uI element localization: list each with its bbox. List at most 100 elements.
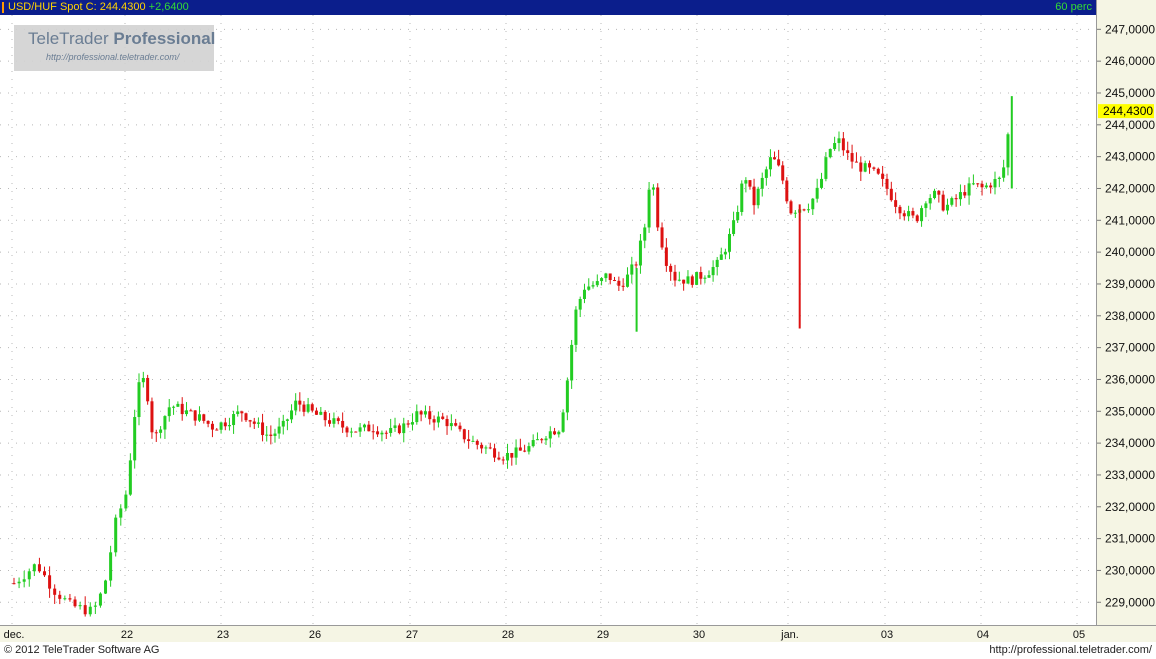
y-tick-label: 244,0000	[1105, 118, 1155, 132]
logo-brand: TeleTrader Professional	[28, 29, 215, 49]
candle-body	[924, 203, 928, 209]
candle-body	[17, 581, 21, 584]
candle-body	[989, 185, 993, 188]
candle-body	[876, 168, 880, 174]
candle-body	[789, 201, 793, 214]
candle-body	[163, 416, 167, 430]
candle-body	[695, 272, 699, 285]
x-tick-label: 30	[693, 629, 705, 641]
candle-body	[732, 220, 736, 234]
candle-body	[941, 194, 945, 211]
y-tick-label: 245,0000	[1105, 86, 1155, 100]
candle-body	[432, 419, 436, 423]
candle-body	[506, 452, 510, 461]
candle-body	[881, 173, 885, 179]
x-tick-label: 22	[121, 629, 133, 641]
axis-corner	[1096, 625, 1156, 643]
candle-body	[68, 598, 72, 600]
candle-body	[497, 457, 501, 460]
candle-body	[764, 169, 768, 178]
candle-body	[415, 411, 419, 423]
candle-body	[137, 382, 141, 418]
candle-body	[285, 419, 289, 421]
candle-body	[651, 187, 655, 190]
candle-body	[354, 431, 358, 433]
candle-body	[449, 423, 453, 427]
candle-body	[760, 177, 764, 189]
y-tick-label: 232,0000	[1105, 500, 1155, 514]
logo-url: http://professional.teletrader.com/	[46, 52, 180, 62]
candle-body	[302, 404, 306, 412]
candle-body	[273, 433, 277, 436]
logo-brand-bold: Professional	[113, 29, 216, 48]
candle-body	[656, 187, 660, 228]
y-tick-label: 243,0000	[1105, 150, 1155, 164]
candle-body	[475, 440, 479, 445]
x-tick-label: 05	[1073, 629, 1085, 641]
candle-body	[397, 425, 401, 434]
candle-body	[820, 178, 824, 188]
candle-body	[484, 447, 488, 449]
candle-body	[846, 150, 850, 154]
y-tick-label: 239,0000	[1105, 277, 1155, 291]
candle-body	[540, 439, 544, 441]
candle-body	[719, 254, 723, 260]
candle-body	[358, 427, 362, 432]
chart-plot-area[interactable]	[0, 15, 1096, 625]
candle-body	[690, 276, 694, 285]
candle-body	[154, 432, 158, 434]
candle-body	[591, 285, 595, 287]
candle-body	[294, 400, 298, 411]
candle-body	[336, 418, 340, 421]
y-tick-label: 234,0000	[1105, 436, 1155, 450]
x-tick-label: 28	[502, 629, 514, 641]
candle-body	[384, 432, 388, 434]
symbol-quote: USD/HUF Spot C: 244.4300 +2,6400	[8, 1, 189, 13]
x-tick-label: dec.	[4, 629, 25, 641]
candle-body	[647, 189, 651, 228]
candle-body	[159, 429, 163, 433]
candle-body	[441, 416, 445, 419]
time-axis[interactable]: dec. 22 23 26 27 28 29 30 jan. 03 04 05	[0, 625, 1096, 643]
y-tick-label: 229,0000	[1105, 595, 1155, 609]
candle-body	[531, 440, 535, 447]
candle-body	[319, 411, 323, 415]
candle-body	[109, 552, 113, 581]
candle-body	[93, 605, 97, 607]
candle-body	[402, 423, 406, 434]
close-label: C:	[85, 1, 97, 13]
x-tick-label: 03	[881, 629, 893, 641]
price-axis-labels: 247,0000 246,0000 245,0000 244,0000 243,0000…	[1097, 22, 1155, 609]
candle-body	[349, 431, 353, 433]
candle-body	[863, 163, 867, 172]
candle-body	[971, 183, 975, 185]
candle-body	[898, 206, 902, 214]
candle-body	[561, 412, 565, 432]
candle-body	[553, 431, 557, 435]
candle-body	[617, 280, 621, 286]
candle-body	[124, 494, 128, 509]
candle-body	[872, 167, 876, 169]
candle-body	[73, 599, 77, 607]
footer-url[interactable]: http://professional.teletrader.com/	[989, 644, 1152, 656]
candle-body	[1006, 134, 1010, 168]
candle-body	[664, 247, 668, 266]
candle-body	[815, 187, 819, 199]
symbol-name: USD/HUF Spot	[8, 1, 83, 13]
price-axis[interactable]: 247,0000 246,0000 245,0000 244,0000 243,0000…	[1096, 0, 1156, 625]
candle-body	[12, 583, 16, 585]
candle-body	[578, 298, 582, 310]
candle-body	[176, 403, 180, 407]
interval-label[interactable]: 60 perc	[1055, 1, 1092, 13]
candle-body	[227, 425, 231, 427]
candle-body	[193, 410, 197, 421]
candle-body	[119, 508, 123, 518]
candle-body	[514, 447, 518, 458]
candle-body	[723, 251, 727, 255]
candle-body	[963, 192, 967, 196]
candle-body	[535, 439, 539, 441]
teletrader-logo: TeleTrader Professional http://professio…	[14, 25, 215, 71]
x-tick-label: 26	[309, 629, 321, 641]
candle-body	[570, 344, 574, 381]
candle-body	[748, 180, 752, 187]
